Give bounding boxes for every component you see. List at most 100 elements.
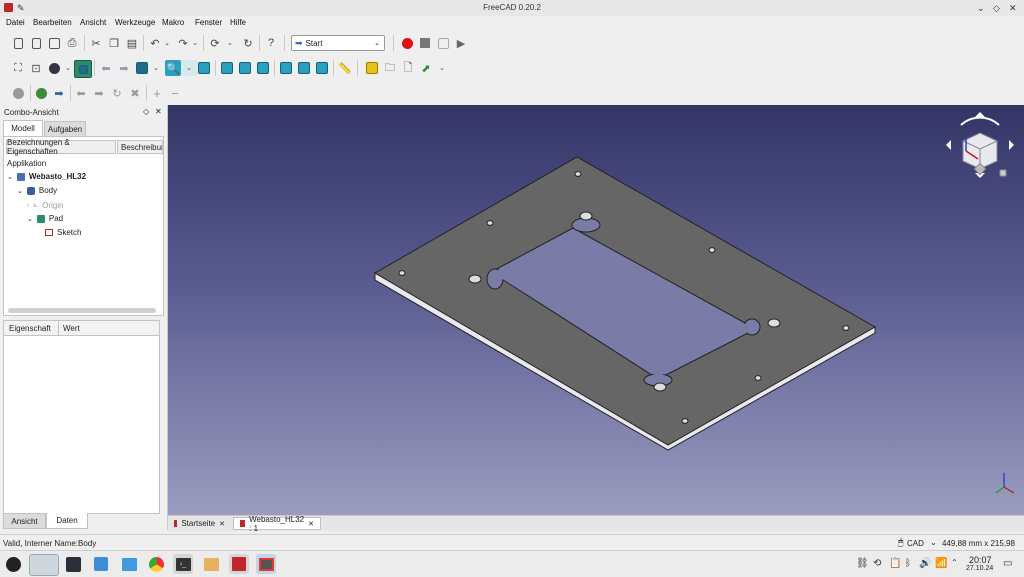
stop-macro-icon[interactable] xyxy=(417,35,433,51)
network-tray-icon[interactable]: ⛓ xyxy=(856,558,869,569)
float-panel-icon[interactable]: ◇ xyxy=(143,107,149,116)
top-view-icon[interactable] xyxy=(237,60,253,76)
refresh-view-icon[interactable]: ⟳ xyxy=(207,35,223,51)
menu-ansicht[interactable]: Ansicht xyxy=(80,18,106,27)
zoom-out-icon[interactable]: − xyxy=(167,85,183,101)
paste-icon[interactable]: ▤ xyxy=(124,35,140,51)
link-actions-icon[interactable]: ⬈ xyxy=(418,60,434,76)
menu-fenster[interactable]: Fenster xyxy=(195,18,222,27)
expand-icon[interactable]: ⌄ xyxy=(7,173,13,181)
zoom-in-icon[interactable]: + xyxy=(149,85,165,101)
recompute-icon[interactable]: ↻ xyxy=(240,35,256,51)
software-center-icon[interactable] xyxy=(91,554,111,574)
tree-item-pad[interactable]: ⌄ Pad xyxy=(27,214,63,223)
whats-this-icon[interactable]: ? xyxy=(263,35,279,51)
fit-all-icon[interactable]: ⛶ xyxy=(10,60,26,76)
start-menu-icon[interactable] xyxy=(3,554,23,574)
volume-tray-icon[interactable]: 🔊 xyxy=(919,558,931,569)
expand-tray-icon[interactable]: ⌃ xyxy=(951,558,958,567)
redo-dropdown-icon[interactable]: ⌄ xyxy=(187,35,203,51)
navigation-style[interactable]: CAD xyxy=(907,539,924,548)
navigation-dropdown-icon[interactable]: ⌄ xyxy=(148,60,164,76)
record-macro-icon[interactable] xyxy=(399,35,415,51)
tree-item-origin[interactable]: › ⟀ Origin xyxy=(27,200,63,210)
new-file-icon[interactable] xyxy=(10,35,26,51)
menu-werkzeuge[interactable]: Werkzeuge xyxy=(115,18,155,27)
cut-icon[interactable]: ✂ xyxy=(88,35,104,51)
print-icon[interactable]: ⎙ xyxy=(64,35,80,51)
back-arrow-icon[interactable]: ⬅ xyxy=(98,60,114,76)
column-eigenschaft[interactable]: Eigenschaft xyxy=(9,324,51,333)
go-icon[interactable]: ➡ xyxy=(51,85,67,101)
file-manager-icon[interactable] xyxy=(119,554,139,574)
clipboard-tray-icon[interactable]: 📋 xyxy=(889,558,901,569)
front-view-icon[interactable] xyxy=(219,60,235,76)
left-view-icon[interactable] xyxy=(314,60,330,76)
show-desktop-icon[interactable]: ▭ xyxy=(1003,558,1012,569)
create-group-icon[interactable]: 🗀 xyxy=(382,60,398,76)
archive-icon[interactable] xyxy=(201,554,221,574)
edit-macro-icon[interactable] xyxy=(435,35,451,51)
collapse-icon[interactable]: › xyxy=(27,202,29,209)
3d-viewport[interactable] xyxy=(168,105,1024,515)
link-actions-dropdown-icon[interactable]: ⌄ xyxy=(434,60,450,76)
chevron-down-icon[interactable]: ⌄ xyxy=(930,538,937,547)
tab-ansicht[interactable]: Ansicht xyxy=(3,513,46,529)
tab-description[interactable]: Beschreibung xyxy=(117,140,163,154)
fit-selection-icon[interactable]: ⊡ xyxy=(28,60,44,76)
undo-dropdown-icon[interactable]: ⌄ xyxy=(159,35,175,51)
expand-icon[interactable]: ⌄ xyxy=(27,215,33,223)
maximize-icon[interactable]: ◇ xyxy=(993,3,1000,14)
isometric-view-icon[interactable] xyxy=(196,60,212,76)
tab-webasto[interactable]: Webasto_HL32 : 1 ✕ xyxy=(233,515,321,533)
wifi-tray-icon[interactable]: 📶 xyxy=(935,558,947,569)
expand-icon[interactable]: ⌄ xyxy=(17,187,23,195)
zoom-dropdown-icon[interactable]: ⌄ xyxy=(181,60,197,76)
menu-datei[interactable]: Datei xyxy=(6,18,25,27)
bottom-view-icon[interactable] xyxy=(296,60,312,76)
tree-item-sketch[interactable]: Sketch xyxy=(45,228,81,237)
clock-date[interactable]: 27.10.24 xyxy=(966,565,993,572)
clock-time[interactable]: 20:07 xyxy=(969,555,992,565)
zoom-icon[interactable]: 🔍 xyxy=(165,60,181,76)
tree-item-document[interactable]: ⌄ Webasto_HL32 xyxy=(7,172,86,181)
workspace-switcher-icon[interactable] xyxy=(29,554,59,576)
link-icon[interactable]: 🗋 xyxy=(400,60,416,76)
rear-view-icon[interactable] xyxy=(278,60,294,76)
chrome-icon[interactable] xyxy=(146,554,166,574)
tab-startseite[interactable]: Startseite ✕ xyxy=(168,517,231,530)
bounding-box-icon[interactable] xyxy=(74,60,92,78)
web-forward-icon[interactable]: ➡ xyxy=(91,85,107,101)
terminal-icon[interactable]: ›_ xyxy=(173,554,193,574)
right-view-icon[interactable] xyxy=(255,60,271,76)
menu-hilfe[interactable]: Hilfe xyxy=(230,18,246,27)
tab-daten[interactable]: Daten xyxy=(46,513,88,529)
tab-aufgaben[interactable]: Aufgaben xyxy=(44,121,86,137)
web-back-icon[interactable]: ⬅ xyxy=(73,85,89,101)
tab-labels-properties[interactable]: Bezeichnungen & Eigenschaften xyxy=(6,138,116,156)
update-tray-icon[interactable]: ⟲ xyxy=(873,558,881,569)
column-wert[interactable]: Wert xyxy=(63,324,80,333)
measure-icon[interactable]: 📏 xyxy=(337,60,353,76)
minimize-icon[interactable]: ⌄ xyxy=(977,3,985,14)
menu-bearbeiten[interactable]: Bearbeiten xyxy=(33,18,72,27)
bluetooth-tray-icon[interactable]: ᛒ xyxy=(905,558,911,569)
web-browser-icon[interactable] xyxy=(10,85,26,101)
save-icon[interactable] xyxy=(46,35,62,51)
close-panel-icon[interactable]: ✕ xyxy=(155,107,162,116)
forward-arrow-icon[interactable]: ➡ xyxy=(116,60,132,76)
horizontal-scrollbar[interactable] xyxy=(8,308,156,313)
web-refresh-icon[interactable]: ↻ xyxy=(109,85,125,101)
run-macro-icon[interactable]: ▶ xyxy=(453,35,469,51)
menu-makro[interactable]: Makro xyxy=(162,18,184,27)
system-monitor-icon[interactable] xyxy=(63,554,83,574)
freecad-task-icon[interactable] xyxy=(229,554,249,574)
workbench-selector[interactable]: ➡ Start ⌄ xyxy=(291,35,385,51)
close-tab-icon[interactable]: ✕ xyxy=(308,520,314,528)
tab-modell[interactable]: Modell xyxy=(3,120,43,136)
web-stop-icon[interactable]: ✖ xyxy=(127,85,143,101)
copy-icon[interactable]: ❐ xyxy=(106,35,122,51)
open-file-icon[interactable] xyxy=(28,35,44,51)
screenshot-tool-icon[interactable] xyxy=(256,554,276,574)
create-part-icon[interactable] xyxy=(364,60,380,76)
